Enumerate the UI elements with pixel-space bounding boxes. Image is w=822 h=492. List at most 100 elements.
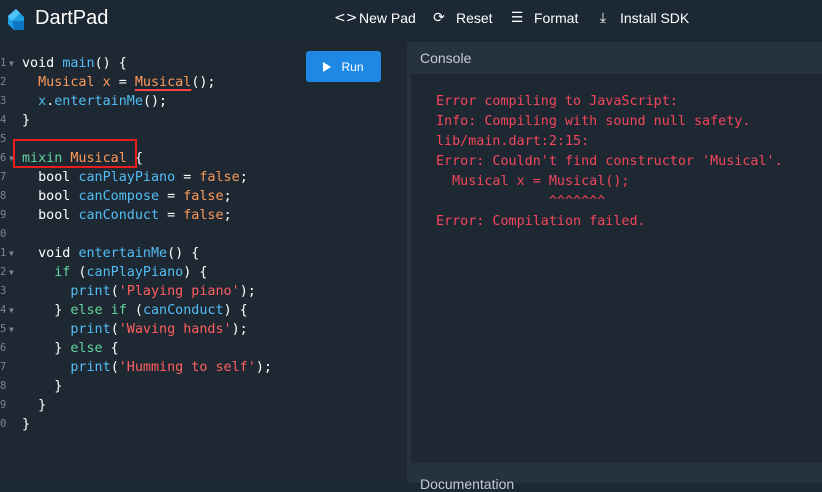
reset-button[interactable]: ⟳ Reset — [431, 10, 493, 26]
line-number: 2 — [0, 76, 7, 88]
fold-arrow-icon[interactable]: ▼ — [9, 301, 14, 320]
line-number: 9 — [0, 209, 7, 221]
punctuation: ) { — [223, 303, 248, 318]
line-number: 9 — [0, 399, 7, 411]
identifier: canConduct — [78, 208, 160, 223]
punctuation: } — [38, 398, 47, 413]
refresh-icon: ⟳ — [433, 10, 445, 26]
line-number: 0 — [0, 228, 7, 240]
line-number: 3 — [0, 95, 7, 107]
keyword: if — [54, 265, 71, 280]
top-bar: DartPad <> New Pad ⟳ Reset ☰ Format ⤓ In… — [0, 0, 822, 40]
line-number: 4 — [0, 114, 7, 126]
download-icon: ⤓ — [599, 10, 607, 26]
line-number: 1 ▼ — [0, 244, 20, 263]
punctuation: ( — [110, 322, 119, 337]
keyword: bool — [38, 170, 71, 185]
line-number: 7 — [0, 171, 7, 183]
line-number: 5 ▼ — [0, 320, 20, 339]
string-literal: 'Playing piano' — [118, 284, 240, 299]
run-label: Run — [341, 59, 364, 74]
punctuation: } — [54, 303, 71, 318]
new-pad-button[interactable]: <> New Pad — [334, 10, 416, 26]
code-editor[interactable]: 1 ▼ 2 3 4 5 6 ▼ 7 8 9 0 1 ▼ 2 ▼ 3 4 ▼ 5 ▼ 6 7 8 9 0 void main() {… — [0, 42, 407, 483]
literal: false — [199, 170, 240, 185]
type-name: Musical — [38, 75, 95, 90]
keyword: void — [38, 246, 71, 261]
identifier: x — [102, 75, 111, 90]
punctuation: ; — [223, 189, 232, 204]
identifier: print — [70, 322, 111, 337]
fold-arrow-icon[interactable]: ▼ — [9, 244, 14, 263]
console-panel: Console Error compiling to JavaScript: I… — [411, 42, 822, 463]
error-underlined-constructor: Musical — [134, 75, 192, 90]
identifier: print — [70, 284, 111, 299]
punctuation: ( — [110, 360, 119, 375]
punctuation: = — [159, 208, 184, 223]
punctuation: = — [175, 170, 200, 185]
fold-arrow-icon[interactable]: ▼ — [9, 320, 14, 339]
keyword: else if — [70, 303, 127, 318]
line-number: 3 — [0, 285, 7, 297]
punctuation: = — [110, 75, 135, 90]
punctuation: ); — [231, 322, 248, 337]
punctuation: } — [54, 341, 71, 356]
highlight-box — [13, 139, 137, 168]
dart-logo-icon — [8, 9, 24, 30]
identifier: main — [62, 56, 95, 71]
console-output: Error compiling to JavaScript: Info: Com… — [436, 94, 783, 229]
format-button[interactable]: ☰ Format — [509, 10, 579, 26]
identifier: canConduct — [142, 303, 224, 318]
identifier: canCompose — [78, 189, 160, 204]
line-number: 8 — [0, 190, 7, 202]
line-number: 6 — [0, 342, 7, 354]
punctuation: () { — [94, 56, 127, 71]
punctuation: { — [102, 341, 119, 356]
punctuation: ); — [239, 284, 256, 299]
literal: false — [183, 189, 224, 204]
format-label: Format — [534, 10, 579, 26]
identifier: print — [70, 360, 111, 375]
reset-label: Reset — [456, 10, 493, 26]
run-button[interactable]: Run — [306, 51, 381, 82]
identifier: x — [38, 94, 47, 109]
line-number: 8 — [0, 380, 7, 392]
punctuation: ( — [126, 303, 143, 318]
console-title: Console — [411, 42, 822, 74]
identifier: entertainMe — [78, 246, 168, 261]
install-sdk-button[interactable]: ⤓ Install SDK — [595, 10, 689, 26]
punctuation: ; — [239, 170, 248, 185]
punctuation: } — [22, 113, 31, 128]
new-pad-label: New Pad — [359, 10, 416, 26]
app-title: DartPad — [35, 7, 109, 29]
punctuation: ) { — [183, 265, 208, 280]
keyword: void — [22, 56, 55, 71]
punctuation: ); — [255, 360, 272, 375]
punctuation: () { — [167, 246, 200, 261]
punctuation: ( — [70, 265, 87, 280]
identifier: canPlayPiano — [86, 265, 184, 280]
punctuation: ; — [223, 208, 232, 223]
line-number: 7 — [0, 361, 7, 373]
line-number: 4 ▼ — [0, 301, 20, 320]
punctuation: } — [22, 417, 31, 432]
punctuation: = — [159, 189, 184, 204]
format-lines-icon: ☰ — [510, 10, 524, 26]
punctuation: ( — [110, 284, 119, 299]
punctuation: (); — [191, 75, 216, 90]
documentation-title: Documentation — [420, 476, 515, 492]
string-literal: 'Humming to self' — [118, 360, 256, 375]
identifier: entertainMe — [54, 94, 143, 109]
fold-arrow-icon[interactable]: ▼ — [9, 263, 14, 282]
line-number: 2 ▼ — [0, 263, 20, 282]
identifier: canPlayPiano — [78, 170, 176, 185]
string-literal: 'Waving hands' — [118, 322, 232, 337]
line-number: 0 — [0, 418, 7, 430]
keyword: bool — [38, 189, 71, 204]
install-sdk-label: Install SDK — [620, 10, 690, 26]
keyword: else — [70, 341, 103, 356]
keyword: bool — [38, 208, 71, 223]
code-icon: <> — [334, 10, 358, 26]
line-number: 1 ▼ — [0, 54, 20, 73]
fold-arrow-icon[interactable]: ▼ — [9, 54, 14, 73]
